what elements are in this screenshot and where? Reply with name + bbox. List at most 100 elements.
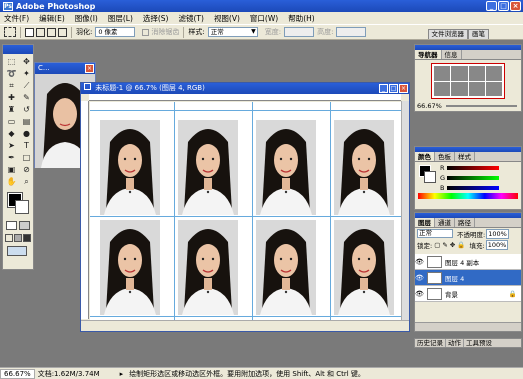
channel-b-slider[interactable] — [447, 186, 499, 190]
menu-edit[interactable]: 编辑(E) — [39, 13, 65, 24]
eye-icon[interactable]: 👁 — [415, 274, 424, 282]
tab-info[interactable]: 信息 — [442, 50, 462, 59]
intersect-selection-icon[interactable] — [58, 27, 67, 37]
lasso-icon[interactable]: ➰ — [5, 68, 18, 79]
style-select[interactable]: 正常 ▼ — [207, 27, 258, 37]
screen-mode-standard-icon[interactable] — [5, 234, 13, 242]
layer-row[interactable]: 👁 图层 4 副本 — [415, 254, 521, 270]
status-arrow-icon[interactable]: ▸ — [120, 370, 124, 378]
background-color[interactable] — [15, 200, 29, 214]
shape-icon[interactable]: □ — [20, 152, 33, 163]
horizontal-guide[interactable] — [90, 110, 402, 111]
status-zoom[interactable]: 66.67% — [0, 368, 35, 379]
subtract-selection-icon[interactable] — [47, 27, 56, 37]
jump-to-imageready-icon[interactable] — [7, 246, 27, 256]
blur-icon[interactable]: ◆ — [5, 128, 18, 139]
vertical-ruler[interactable] — [81, 101, 89, 319]
vertical-guide[interactable] — [330, 102, 331, 320]
menu-filter[interactable]: 滤镜(T) — [179, 13, 204, 24]
small-document-titlebar[interactable]: C... × — [35, 63, 95, 74]
blend-mode-select[interactable]: 正常 — [417, 229, 453, 238]
standard-mode-icon[interactable] — [6, 221, 17, 230]
channel-g-slider[interactable] — [447, 176, 499, 180]
lock-icon[interactable]: ▢ ✎ ✥ 🔒 — [434, 241, 465, 249]
tab-channels[interactable]: 通道 — [435, 218, 455, 227]
color-swatches[interactable] — [6, 191, 30, 217]
dodge-icon[interactable]: ● — [20, 128, 33, 139]
spectrum-bar[interactable] — [418, 193, 518, 199]
tab-color[interactable]: 颜色 — [415, 152, 435, 161]
pen-icon[interactable]: ✒ — [5, 152, 18, 163]
navigator-zoom-value[interactable]: 66.67% — [417, 102, 442, 110]
close-button[interactable]: × — [510, 1, 521, 11]
eye-icon[interactable]: 👁 — [415, 290, 424, 298]
notes-icon[interactable]: ▣ — [5, 164, 18, 175]
channel-r-slider[interactable] — [447, 166, 499, 170]
hand-icon[interactable]: ✋ — [5, 176, 18, 187]
feather-input[interactable]: 0 像素 — [95, 27, 136, 37]
tab-swatches[interactable]: 色板 — [435, 152, 455, 161]
layer-row[interactable]: 👁 背景 🔒 — [415, 286, 521, 302]
type-icon[interactable]: T — [20, 140, 33, 151]
minimize-button[interactable]: _ — [486, 1, 497, 11]
small-doc-close-icon[interactable]: × — [85, 64, 94, 73]
tab-styles[interactable]: 样式 — [455, 152, 475, 161]
healing-brush-icon[interactable]: ✚ — [5, 92, 18, 103]
crop-icon[interactable]: ⌗ — [5, 80, 18, 91]
new-selection-icon[interactable] — [25, 27, 34, 37]
menu-file[interactable]: 文件(F) — [4, 13, 29, 24]
tab-layers[interactable]: 图层 — [415, 218, 435, 227]
menu-help[interactable]: 帮助(H) — [288, 13, 315, 24]
color-bg-swatch[interactable] — [424, 171, 436, 183]
layer-row[interactable]: 👁 图层 4 — [415, 270, 521, 286]
menu-select[interactable]: 选择(S) — [143, 13, 169, 24]
tab-tool-presets[interactable]: 工具预设 — [464, 339, 494, 347]
screen-mode-full-menu-icon[interactable] — [14, 234, 22, 242]
menu-image[interactable]: 图像(I) — [75, 13, 98, 24]
clone-stamp-icon[interactable]: ♜ — [5, 104, 18, 115]
zoom-icon[interactable]: ⌕ — [20, 176, 33, 187]
marquee-tool-icon[interactable] — [4, 27, 16, 37]
history-brush-icon[interactable]: ↺ — [20, 104, 33, 115]
gradient-icon[interactable]: ▤ — [20, 116, 33, 127]
brush-icon[interactable]: ✎ — [20, 92, 33, 103]
horizontal-ruler[interactable] — [89, 94, 401, 101]
toolbox-header[interactable] — [3, 45, 33, 54]
quick-mask-icon[interactable] — [19, 221, 30, 230]
tab-navigator[interactable]: 导航器 — [415, 50, 442, 59]
horizontal-guide[interactable] — [90, 316, 402, 317]
doc-maximize-icon[interactable]: □ — [389, 84, 398, 93]
add-selection-icon[interactable] — [36, 27, 45, 37]
zoom-slider[interactable] — [445, 105, 517, 107]
status-doc-size[interactable]: 文档:1.62M/3.74M — [38, 369, 100, 379]
magic-wand-icon[interactable]: ✦ — [20, 68, 33, 79]
vertical-guide[interactable] — [174, 102, 175, 320]
tab-history[interactable]: 历史记录 — [415, 339, 446, 347]
horizontal-guide[interactable] — [90, 216, 402, 217]
eraser-icon[interactable]: ▭ — [5, 116, 18, 127]
move-icon[interactable]: ✥ — [20, 56, 33, 67]
main-document-titlebar[interactable]: 未标题-1 @ 66.7% (图层 4, RGB) _ □ × — [81, 83, 409, 94]
path-select-icon[interactable]: ➤ — [5, 140, 18, 151]
fill-input[interactable]: 100% — [485, 239, 509, 250]
tab-actions[interactable]: 动作 — [446, 339, 464, 347]
marquee-icon[interactable]: ⬚ — [5, 56, 18, 67]
eye-icon[interactable]: 👁 — [415, 258, 424, 266]
menu-layer[interactable]: 图层(L) — [108, 13, 133, 24]
screen-mode-full-icon[interactable] — [23, 234, 31, 242]
navigator-preview[interactable] — [431, 63, 505, 99]
vertical-scrollbar[interactable] — [401, 101, 409, 320]
tab-brushes[interactable]: 画笔 — [468, 29, 489, 39]
menu-view[interactable]: 视图(V) — [214, 13, 240, 24]
tab-paths[interactable]: 路径 — [455, 218, 475, 227]
menu-window[interactable]: 窗口(W) — [250, 13, 278, 24]
document-canvas[interactable] — [90, 102, 402, 320]
maximize-button[interactable]: □ — [498, 1, 509, 11]
doc-close-icon[interactable]: × — [399, 84, 408, 93]
doc-minimize-icon[interactable]: _ — [379, 84, 388, 93]
slice-icon[interactable]: ⟋ — [20, 80, 33, 91]
tab-file-browser[interactable]: 文件浏览器 — [427, 29, 468, 39]
vertical-guide[interactable] — [252, 102, 253, 320]
opacity-input[interactable]: 100% — [486, 228, 509, 239]
eyedropper-icon[interactable]: ⊘ — [20, 164, 33, 175]
